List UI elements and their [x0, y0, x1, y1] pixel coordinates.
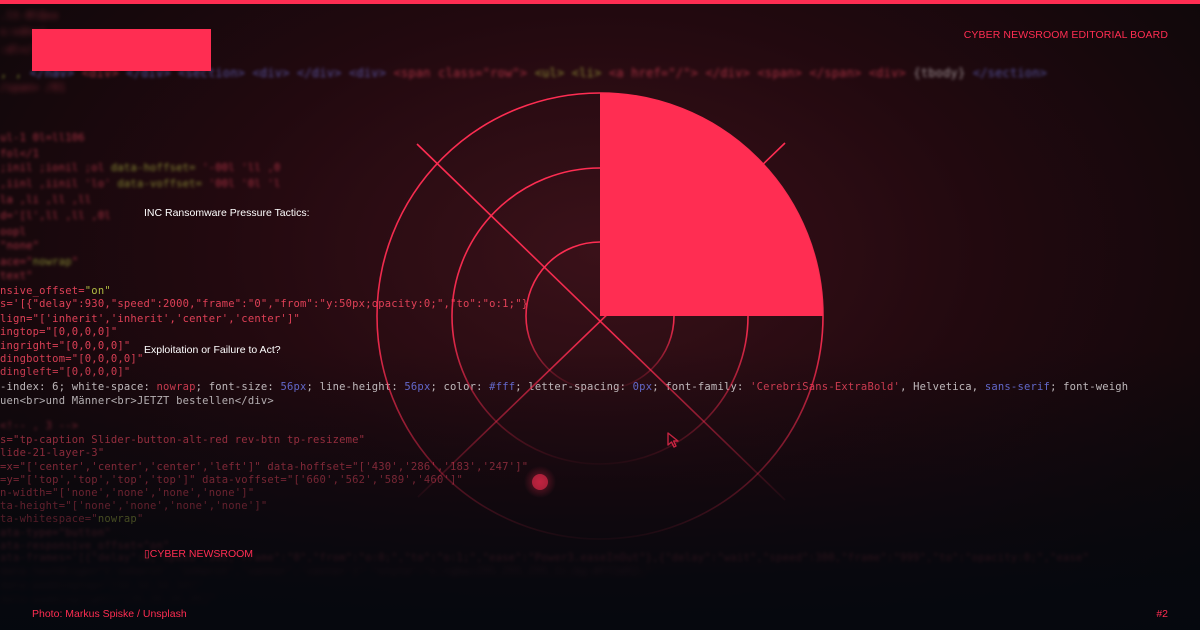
brand-label: ▯CYBER NEWSROOM	[144, 548, 253, 560]
photo-credit: Photo: Markus Spiske / Unsplash	[32, 608, 187, 620]
hero-card: .lt-0lQxx s:vdn</ :dl</ , , </nav> <div>…	[0, 0, 1200, 630]
page-number: #2	[1156, 608, 1168, 620]
logo-block	[32, 29, 211, 71]
top-accent-bar	[0, 0, 1200, 4]
radar-sweep-sector	[600, 93, 823, 316]
radar-graphic	[340, 92, 860, 540]
cursor-icon	[667, 432, 679, 448]
radar-blip-icon	[524, 466, 556, 498]
editorial-board-label: CYBER NEWSROOM EDITORIAL BOARD	[963, 29, 1168, 41]
headline-line-1: INC Ransomware Pressure Tactics:	[144, 207, 310, 219]
headline-line-2: Exploitation or Failure to Act?	[144, 344, 281, 356]
brand-label-text: CYBER NEWSROOM	[149, 548, 254, 560]
